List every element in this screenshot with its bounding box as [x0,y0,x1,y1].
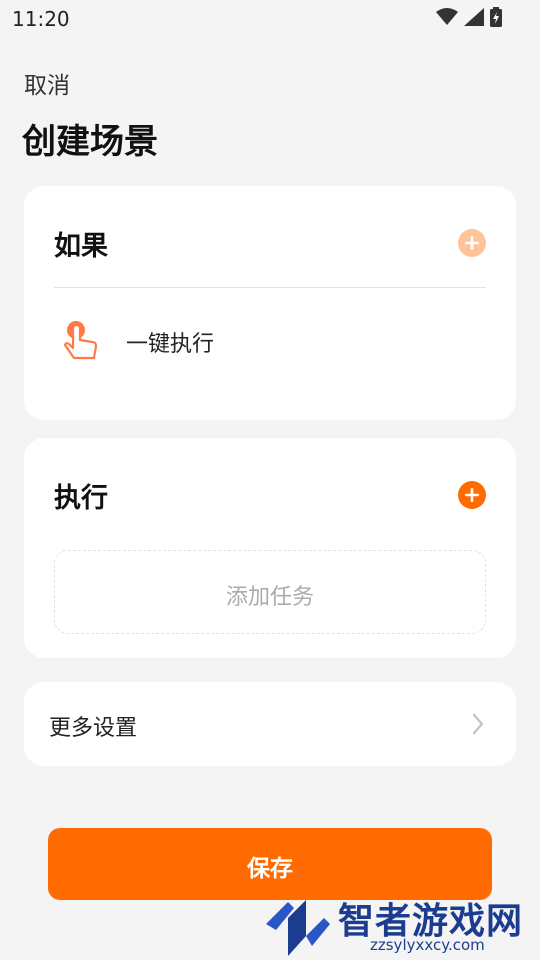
add-action-button[interactable] [458,481,486,509]
wifi-icon [436,8,458,30]
status-icons [436,7,502,31]
trigger-label: 一键执行 [126,332,215,357]
plus-circle-icon [458,481,486,509]
do-card: 执行 添加任务 [24,438,516,658]
more-settings-row[interactable]: 更多设置 [24,682,516,766]
add-task-label: 添加任务 [225,585,314,610]
save-label: 保存 [247,856,293,882]
cancel-button[interactable]: 取消 [24,66,70,100]
status-bar: 11:20 [0,0,540,36]
watermark-url: zzsylyxxcy.com [370,936,485,954]
status-time: 11:20 [12,7,70,31]
divider [54,287,486,288]
page-title: 创建场景 [22,122,158,162]
do-heading: 执行 [54,483,108,514]
trigger-item[interactable]: 一键执行 [54,312,486,372]
watermark: 智者游戏网 zzsylyxxcy.com [262,894,540,960]
plus-circle-icon [458,229,486,257]
if-heading: 如果 [54,231,108,262]
watermark-logo-icon [262,896,332,960]
add-condition-button[interactable] [458,229,486,257]
more-settings-label: 更多设置 [49,716,138,741]
if-card: 如果 一键执行 [24,186,516,420]
add-task-placeholder[interactable]: 添加任务 [54,550,486,634]
cell-signal-icon [464,8,484,30]
hand-tap-icon [62,320,102,364]
chevron-right-icon [472,713,484,739]
battery-charging-icon [490,7,502,31]
save-button[interactable]: 保存 [48,828,492,900]
